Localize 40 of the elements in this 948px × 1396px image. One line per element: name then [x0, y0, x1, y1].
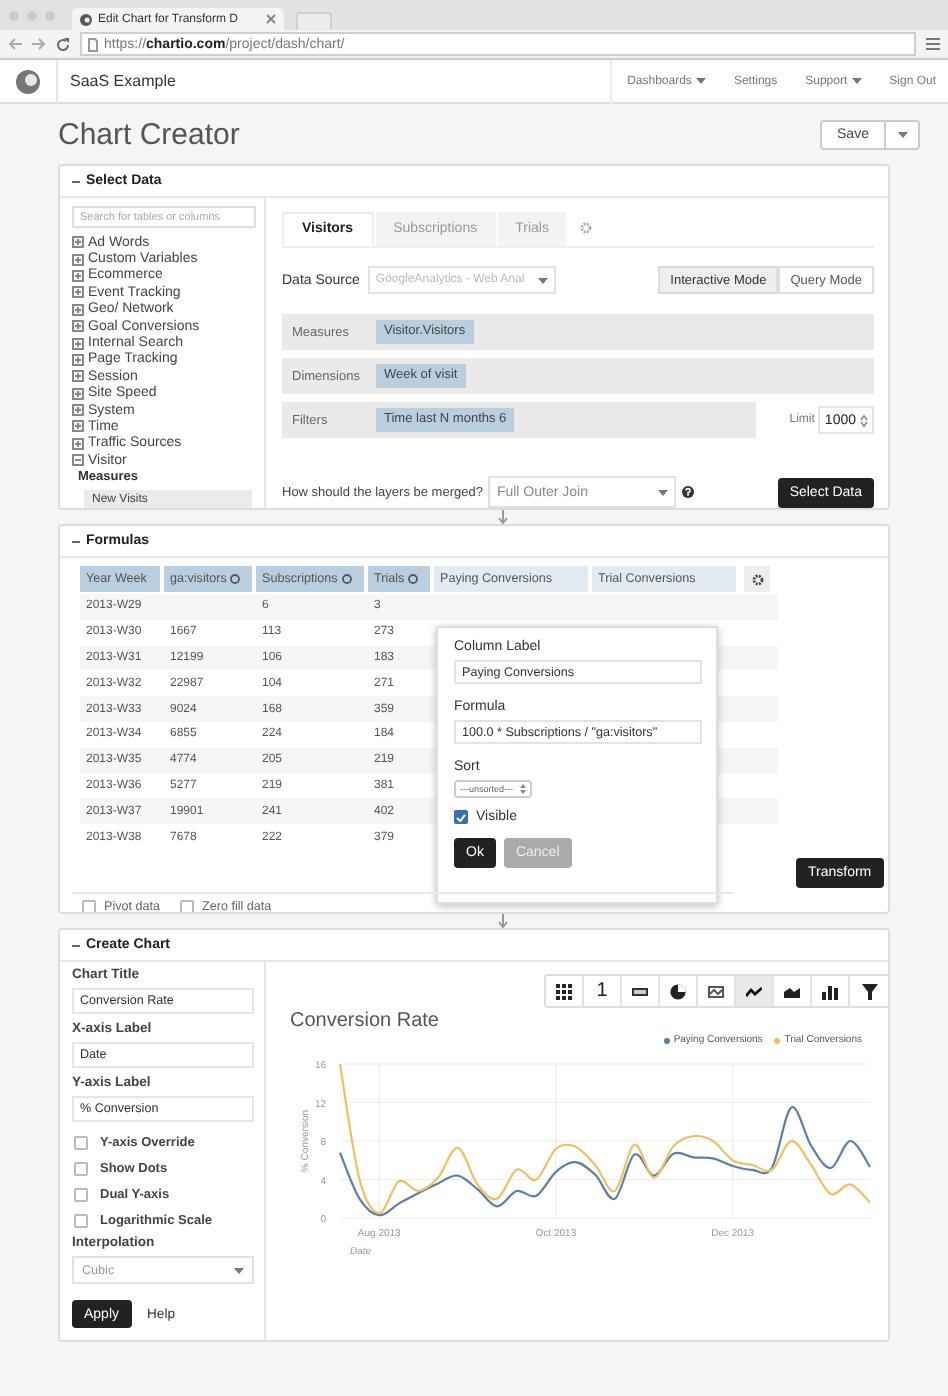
chart-title: Conversion Rate: [290, 1010, 441, 1032]
caret-icon: [537, 277, 548, 283]
brand-name[interactable]: SaaS Example: [70, 72, 610, 90]
checkbox[interactable]: [454, 810, 468, 824]
updown-icon: [519, 784, 526, 794]
caret-icon: [658, 489, 669, 495]
area-chart-icon: [784, 983, 800, 999]
line-chart-icon: [746, 983, 762, 999]
checkbox[interactable]: [74, 1136, 88, 1150]
checkbox[interactable]: [74, 1162, 88, 1176]
close-icon: [266, 14, 276, 24]
down-arrow-icon: [498, 510, 508, 524]
chart-type-button[interactable]: [736, 976, 774, 1006]
favicon-icon: [80, 13, 92, 25]
help-icon[interactable]: [682, 486, 695, 498]
column-chart-icon: [822, 983, 838, 999]
caret-icon: [897, 131, 907, 137]
logo-icon: [16, 69, 40, 93]
grid-icon: [556, 983, 572, 999]
chart-type-button[interactable]: [546, 976, 584, 1006]
caret-icon: [234, 1267, 244, 1273]
reload-icon[interactable]: [56, 37, 70, 51]
image-icon: [708, 983, 724, 999]
dropdown-button[interactable]: [886, 119, 920, 149]
down-arrow-icon: [498, 914, 508, 928]
check-icon: [456, 813, 466, 821]
menu-icon[interactable]: [926, 38, 940, 50]
page-icon: [88, 37, 98, 51]
pie-chart-icon: [670, 983, 686, 999]
settings-button[interactable]: [744, 566, 770, 592]
page-title: Chart Creator: [58, 117, 240, 151]
checkbox[interactable]: [82, 900, 96, 912]
checkbox[interactable]: [180, 900, 195, 912]
bar-icon: [632, 983, 648, 999]
checkbox[interactable]: [74, 1214, 88, 1228]
spinner-icon: [860, 413, 868, 427]
funnel-icon: [861, 983, 877, 999]
settings-icon: [580, 221, 593, 233]
checkbox[interactable]: [74, 1188, 88, 1202]
settings-icon: [751, 573, 763, 585]
